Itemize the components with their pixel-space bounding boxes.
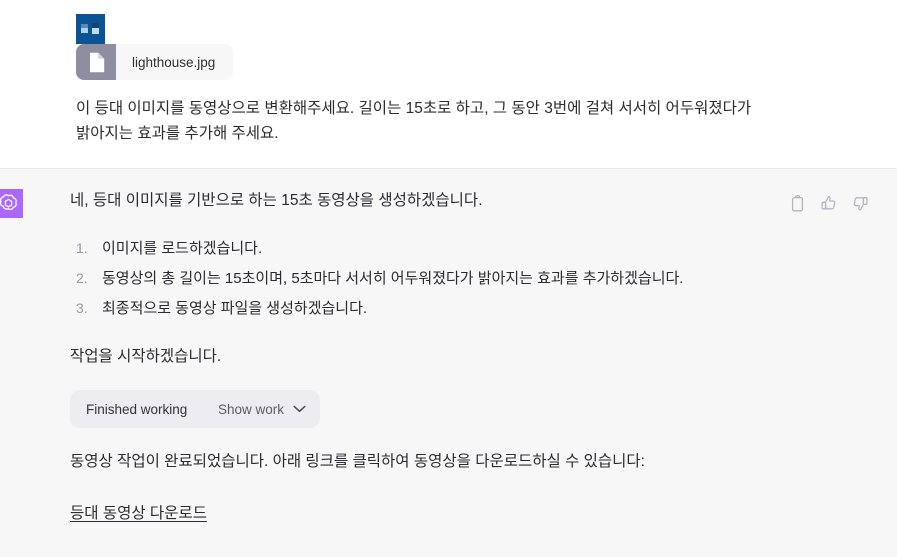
thumbs-down-icon[interactable]	[850, 194, 869, 213]
download-video-link[interactable]: 등대 동영상 다운로드	[70, 501, 207, 523]
show-work-label: Show work	[217, 401, 284, 417]
list-item: 이미지를 로드하겠습니다.	[76, 236, 263, 260]
chat-conversation: lighthouse.jpg 이 등대 이미지를 동영상으로 변환해주세요. 길…	[0, 0, 897, 557]
assistant-completion-text: 동영상 작업이 완료되었습니다. 아래 링크를 클릭하여 동영상을 다운로드하실…	[70, 453, 645, 471]
attachment-row: lighthouse.jpg	[76, 44, 857, 80]
user-message-text: 이 등대 이미지를 동영상으로 변환해주세요. 길이는 15초로 하고, 그 동…	[76, 100, 752, 143]
assistant-intro-text: 네, 등대 이미지를 기반으로 하는 15초 동영상을 생성하겠습니다.	[70, 192, 483, 210]
user-avatar	[76, 14, 105, 44]
openai-logo-icon	[0, 189, 23, 219]
list-item: 최종적으로 동영상 파일을 생성하겠습니다.	[76, 296, 368, 320]
show-work-toggle[interactable]: Show work	[218, 400, 306, 418]
chevron-down-icon	[293, 400, 306, 418]
message-action-buttons	[788, 194, 869, 213]
file-attachment-chip[interactable]: lighthouse.jpg	[76, 44, 234, 80]
user-message-turn: lighthouse.jpg 이 등대 이미지를 동영상으로 변환해주세요. 길…	[0, 0, 897, 169]
avatar-block-4	[92, 28, 99, 34]
copy-icon[interactable]	[788, 194, 807, 213]
finished-working-box[interactable]: Finished working Show work	[70, 390, 320, 429]
list-item: 동영상의 총 길이는 15초이며, 5초마다 서서히 어두워졌다가 밝아지는 효…	[76, 266, 684, 290]
assistant-start-note: 작업을 시작하겠습니다.	[70, 348, 222, 366]
file-document-icon	[76, 44, 116, 80]
file-attachment-name: lighthouse.jpg	[132, 54, 216, 70]
assistant-steps-list: 이미지를 로드하겠습니다. 동영상의 총 길이는 15초이며, 5초마다 서서히…	[70, 236, 760, 321]
thumbs-up-icon[interactable]	[819, 194, 838, 213]
assistant-message-turn: 네, 등대 이미지를 기반으로 하는 15초 동영상을 생성하겠습니다. 이미지…	[0, 168, 897, 557]
work-status-label: Finished working	[86, 401, 188, 417]
avatar-block-2	[81, 28, 88, 33]
